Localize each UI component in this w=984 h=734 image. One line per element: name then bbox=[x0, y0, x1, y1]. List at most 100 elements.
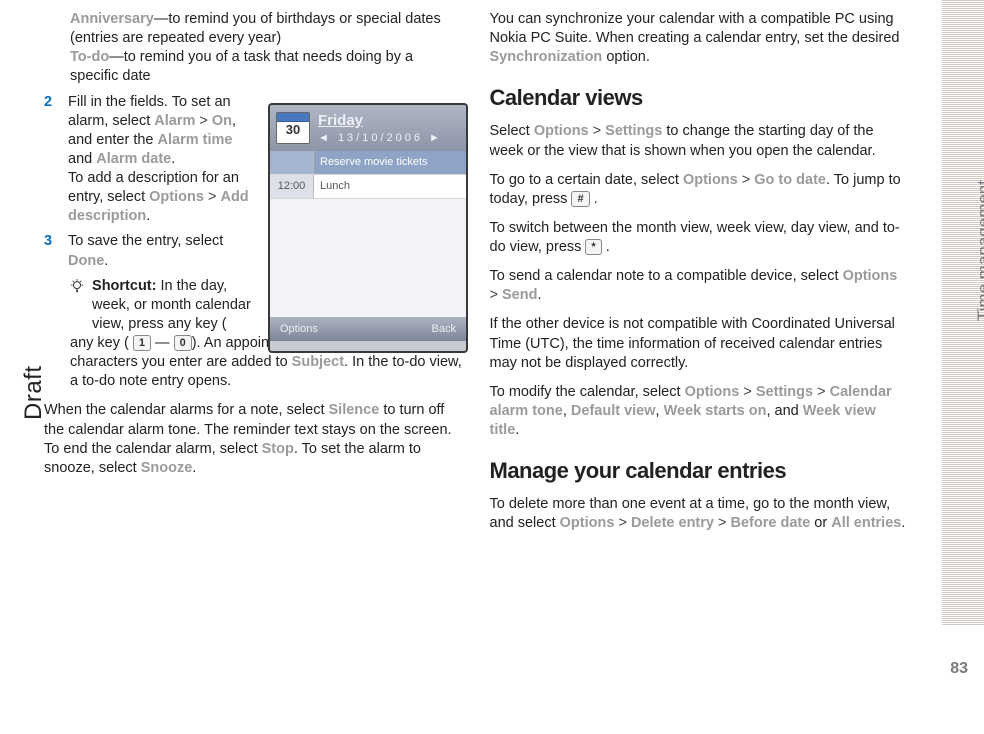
phone-row-2: 12:00 Lunch bbox=[270, 175, 466, 199]
switch-para: To switch between the month view, week v… bbox=[490, 219, 910, 257]
phone-day-name: Friday bbox=[318, 111, 443, 131]
settings-term: Settings bbox=[605, 123, 662, 139]
phone-softkeys: Options Back bbox=[270, 317, 466, 341]
views-p1a: Select bbox=[490, 123, 534, 139]
step-2-number: 2 bbox=[44, 93, 64, 112]
all-entries-term: All entries bbox=[831, 515, 901, 531]
period-3: . bbox=[104, 253, 108, 269]
gt-sep-9: > bbox=[714, 515, 731, 531]
todo-desc: —to remind you of a task that needs doin… bbox=[70, 49, 413, 84]
side-section-label: Time management bbox=[974, 180, 984, 321]
gt-sep-4: > bbox=[738, 172, 755, 188]
period-6: . bbox=[515, 422, 519, 438]
alarm-paragraph: When the calendar alarms for a note, sel… bbox=[44, 401, 464, 478]
options-term-3: Options bbox=[683, 172, 738, 188]
sync-p2: option. bbox=[602, 49, 650, 65]
options-term-1: Options bbox=[149, 189, 204, 205]
dash: — bbox=[151, 335, 174, 351]
gt-sep-3: > bbox=[589, 123, 606, 139]
gt-sep-6: > bbox=[739, 384, 756, 400]
goto-date-term: Go to date bbox=[754, 172, 826, 188]
phone-screenshot: 30 Friday ◄ 13/10/2006 ► Reserve movie t… bbox=[268, 103, 468, 353]
or-word: or bbox=[810, 515, 831, 531]
shortcut-label: Shortcut: bbox=[92, 278, 156, 294]
todo-term: To-do bbox=[70, 49, 109, 65]
sync-paragraph: You can synchronize your calendar with a… bbox=[490, 10, 910, 67]
goto-p1c: . bbox=[590, 191, 598, 207]
options-term-2: Options bbox=[534, 123, 589, 139]
step-3-number: 3 bbox=[44, 232, 64, 251]
phone-row-selected: Reserve movie tickets bbox=[270, 151, 466, 175]
alarm-time-term: Alarm time bbox=[158, 132, 233, 148]
page-number: 83 bbox=[950, 660, 968, 678]
alarm-p1: When the calendar alarms for a note, sel… bbox=[44, 402, 329, 418]
sync-p1: You can synchronize your calendar with a… bbox=[490, 11, 900, 46]
before-date-term: Before date bbox=[731, 515, 811, 531]
delete-para: To delete more than one event at a time,… bbox=[490, 495, 910, 533]
alarm-date-term: Alarm date bbox=[96, 151, 171, 167]
stop-term: Stop bbox=[262, 441, 294, 457]
phone-row1-time bbox=[270, 151, 314, 174]
options-term-4: Options bbox=[843, 268, 898, 284]
utc-para: If the other device is not compatible wi… bbox=[490, 315, 910, 372]
modify-para: To modify the calendar, select Options >… bbox=[490, 383, 910, 440]
anniversary-line: Anniversary—to remind you of birthdays o… bbox=[44, 10, 464, 87]
key-0: 0 bbox=[174, 335, 192, 351]
comma-1: , bbox=[563, 403, 571, 419]
gt-sep-5: > bbox=[490, 287, 503, 303]
goto-p1a: To go to a certain date, select bbox=[490, 172, 683, 188]
heading-manage-entries: Manage your calendar entries bbox=[490, 456, 910, 485]
synchronization-term: Synchronization bbox=[490, 49, 603, 65]
period-5: . bbox=[537, 287, 541, 303]
tip-icon bbox=[70, 279, 84, 293]
goto-para: To go to a certain date, select Options … bbox=[490, 171, 910, 209]
options-term-5: Options bbox=[685, 384, 740, 400]
anniversary-term: Anniversary bbox=[70, 11, 154, 27]
switch-p1b: . bbox=[602, 239, 610, 255]
key-1: 1 bbox=[133, 335, 151, 351]
delete-entry-term: Delete entry bbox=[631, 515, 714, 531]
and-word: and bbox=[68, 151, 96, 167]
softkey-left: Options bbox=[280, 322, 318, 337]
snooze-term: Snooze bbox=[141, 460, 193, 476]
phone-row1-text: Reserve movie tickets bbox=[314, 155, 434, 170]
settings-term-2: Settings bbox=[756, 384, 813, 400]
send-para: To send a calendar note to a compatible … bbox=[490, 267, 910, 305]
subject-term: Subject bbox=[292, 354, 344, 370]
period-1: . bbox=[171, 151, 175, 167]
side-tab-pattern bbox=[942, 0, 984, 665]
week-starts-term: Week starts on bbox=[664, 403, 767, 419]
period-7: . bbox=[901, 515, 905, 531]
switch-p1a: To switch between the month view, week v… bbox=[490, 220, 900, 255]
done-term: Done bbox=[68, 253, 104, 269]
options-term-6: Options bbox=[560, 515, 615, 531]
gt-sep-8: > bbox=[614, 515, 631, 531]
phone-header: 30 Friday ◄ 13/10/2006 ► bbox=[270, 105, 466, 151]
calendar-icon: 30 bbox=[276, 112, 310, 144]
star-key: * bbox=[585, 239, 601, 255]
modify-p1a: To modify the calendar, select bbox=[490, 384, 685, 400]
comma-2: , bbox=[656, 403, 664, 419]
default-view-term: Default view bbox=[571, 403, 656, 419]
send-p1a: To send a calendar note to a compatible … bbox=[490, 268, 843, 284]
gt-sep-2: > bbox=[204, 189, 221, 205]
gt-sep: > bbox=[195, 113, 212, 129]
send-term: Send bbox=[502, 287, 537, 303]
phone-row2-time: 12:00 bbox=[270, 175, 314, 198]
phone-empty-area bbox=[270, 199, 466, 317]
step3-text-a: To save the entry, select bbox=[68, 233, 223, 249]
gt-sep-7: > bbox=[813, 384, 830, 400]
softkey-right: Back bbox=[432, 322, 456, 337]
period-4: . bbox=[192, 460, 196, 476]
on-term: On bbox=[212, 113, 232, 129]
phone-row2-text: Lunch bbox=[314, 179, 356, 194]
period-2: . bbox=[146, 208, 150, 224]
left-column: Anniversary—to remind you of birthdays o… bbox=[44, 10, 464, 640]
and-word-2: , and bbox=[766, 403, 802, 419]
alarm-term: Alarm bbox=[154, 113, 195, 129]
hash-key: # bbox=[571, 191, 589, 207]
heading-calendar-views: Calendar views bbox=[490, 83, 910, 112]
silence-term: Silence bbox=[329, 402, 380, 418]
right-column: You can synchronize your calendar with a… bbox=[490, 10, 910, 640]
shortcut-cont: any key ( bbox=[70, 335, 129, 351]
